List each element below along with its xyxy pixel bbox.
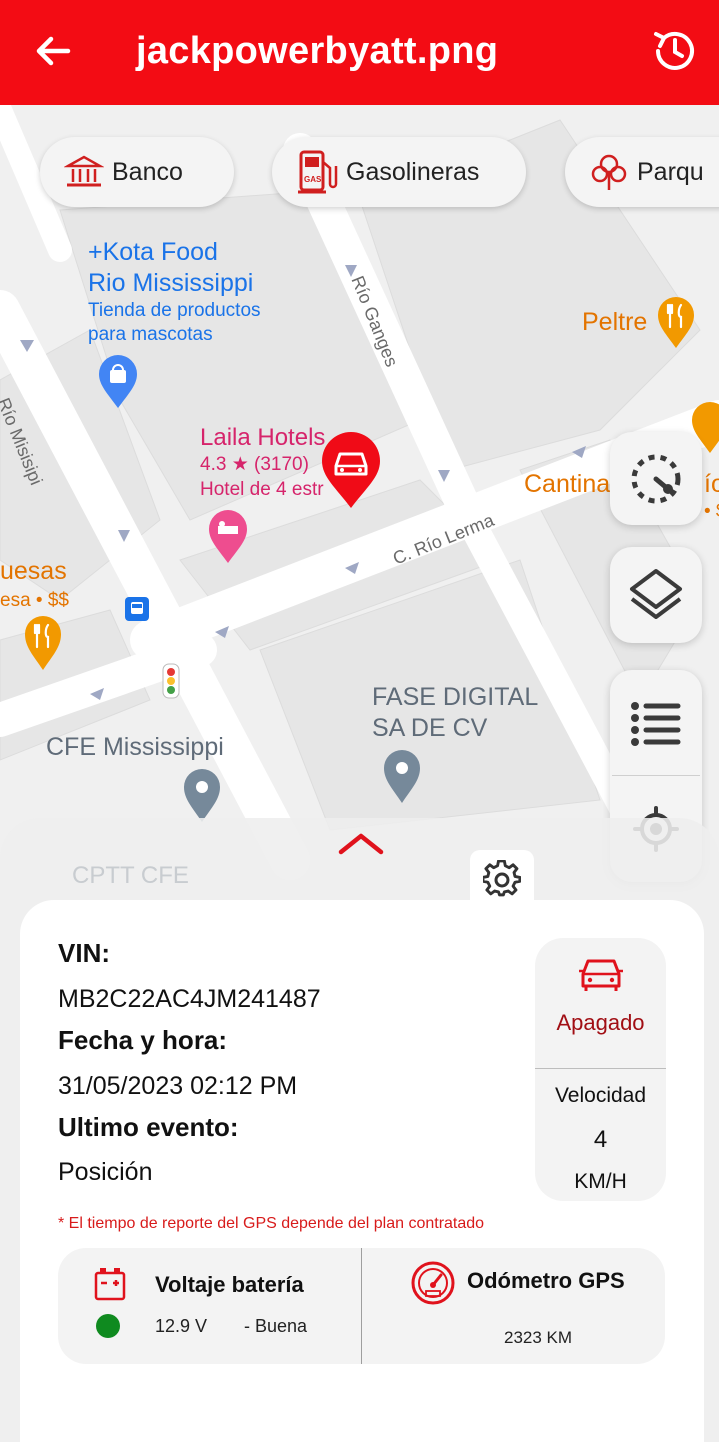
chevron-up-icon[interactable] [336,828,386,858]
arrow-left-icon[interactable] [30,28,76,74]
last-event-value: Posición [58,1158,153,1186]
gas-station-icon: GAS [298,150,338,194]
gear-icon [483,860,521,897]
layers-icon [630,569,682,619]
svg-text:GAS: GAS [304,175,322,184]
poi-cantina-sub: • $ [704,501,719,522]
battery-status: - Buena [244,1316,308,1336]
chip-label: Gasolineras [346,157,480,186]
list-icon [631,701,681,746]
battery-title: Voltaje batería [155,1272,304,1297]
restaurant-pin-icon[interactable] [23,613,63,671]
poi-name: Laila Hotels [200,424,326,451]
engine-status: Apagado [556,1010,645,1035]
chip-label: Parqu [637,157,704,186]
speed-label: Velocidad [554,1084,647,1107]
poi-subtitle: Hotel de 4 estr [200,479,324,500]
speed-unit: KM/H [574,1170,627,1193]
poi-name: FASE DIGITAL [372,683,539,711]
poi-subtitle: para mascotas [88,324,213,345]
poi-peltre-label[interactable]: Peltre [582,308,647,337]
map-layers-button[interactable] [610,547,702,643]
restaurant-pin-icon[interactable] [656,295,696,349]
hotel-pin-icon[interactable] [207,508,249,564]
bus-stop-icon[interactable] [124,596,150,622]
date-value: 31/05/2023 02:12 PM [58,1072,298,1100]
last-event-label: Ultimo evento: [58,1112,239,1142]
speed-dial-icon [631,454,681,503]
poi-cptt-label: CPTT CFE [72,862,189,889]
date-label: Fecha y hora: [58,1025,228,1055]
page-title: jackpowerbyatt.png [136,30,499,72]
speed-value: 4 [593,1126,608,1153]
poi-cantina-label[interactable]: Cantina [524,470,610,499]
shopping-pin-icon[interactable] [97,353,139,409]
poi-rating: 4.3 ★ (3170) [200,454,309,475]
poi-name: +Kota Food [88,238,218,266]
divider [361,1248,362,1364]
list-button[interactable] [610,670,702,775]
poi-cfe-label[interactable]: CFE Mississippi [46,733,224,762]
app-header: jackpowerbyatt.png [0,0,719,105]
traffic-light-icon [162,663,180,699]
odometer-value: 2323 KM [504,1328,573,1347]
odometer-icon [411,1261,455,1305]
chip-label: Banco [112,157,183,186]
poi-laila-hotels[interactable]: Laila Hotels 4.3 ★ (3170) Hotel de 4 est… [200,423,325,502]
bank-icon [64,155,104,187]
poi-quesas[interactable]: uesas esa • $$ [0,557,69,615]
battery-icon [94,1268,126,1301]
vin-value: MB2C22AC4JM241487 [58,985,321,1013]
speed-dial-button[interactable] [610,432,702,525]
poi-name: uesas [0,557,67,585]
park-icon [591,154,627,190]
place-pin-icon[interactable] [382,748,422,804]
poi-subtitle: Tienda de productos [88,300,261,321]
vehicle-location-marker-icon[interactable] [320,430,382,510]
history-clock-icon[interactable] [650,26,700,76]
vin-label: VIN: [58,938,110,968]
odometer-title: Odómetro GPS [467,1268,625,1293]
vehicle-status-box: Apagado Velocidad 4 KM/H [535,938,666,1201]
place-pin-icon[interactable] [182,767,222,823]
divider [535,1068,666,1069]
chip-parques[interactable]: Parqu [565,137,719,207]
poi-kota-food[interactable]: +Kota Food Rio Mississippi Tienda de pro… [88,237,261,347]
poi-name: SA DE CV [372,714,488,742]
chip-gasolineras[interactable]: GAS Gasolineras [272,137,526,207]
chip-banco[interactable]: Banco [40,137,234,207]
poi-cantina-tail: ío [704,470,719,498]
battery-value: 12.9 V [155,1316,208,1336]
car-icon [579,959,623,991]
poi-name: Rio Mississippi [88,269,254,297]
gps-plan-note: * El tiempo de reporte del GPS depende d… [58,1215,485,1232]
poi-fase-digital[interactable]: FASE DIGITAL SA DE CV [372,682,538,744]
battery-status-dot [96,1314,120,1338]
poi-subtitle: esa • $$ [0,590,69,611]
metrics-panel: Voltaje batería 12.9 V - Buena Odómetro … [58,1248,665,1364]
